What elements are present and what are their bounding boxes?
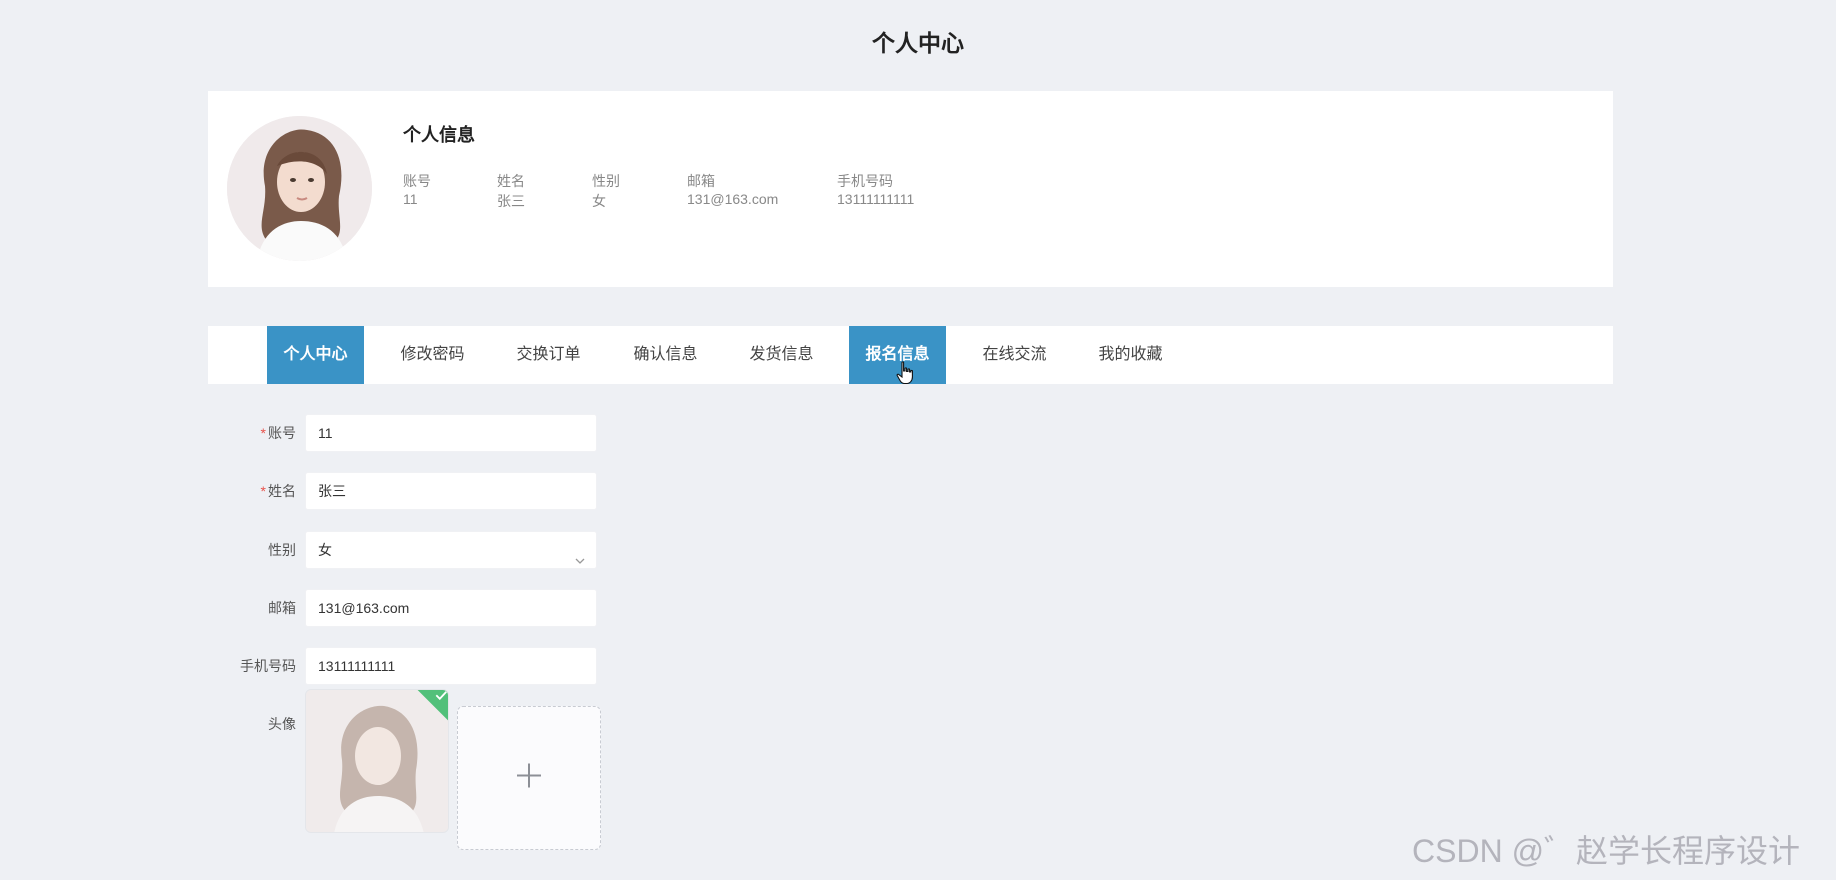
profile-avatar [227,116,372,261]
info-value: 张三 [497,193,525,209]
account-input[interactable]: 11 [305,414,597,452]
info-name: 姓名 张三 [497,171,525,211]
info-account: 账号 11 [403,171,431,211]
phone-input[interactable]: 13111111111 [305,647,597,685]
required-mark: * [260,425,266,441]
name-label-text: 姓名 [268,483,296,499]
info-value: 13111111111 [837,191,915,207]
name-label: * 姓名 [190,472,296,510]
info-value: 女 [592,193,606,209]
info-value: 131@163.com [687,191,779,207]
info-label: 账号 [403,173,431,189]
tab-online-chat[interactable]: 在线交流 [966,326,1063,384]
upload-add-button[interactable] [457,706,601,850]
info-label: 邮箱 [687,173,715,189]
account-label: * 账号 [190,414,296,452]
account-label-text: 账号 [268,425,296,441]
uploaded-avatar-thumbnail[interactable] [305,689,449,833]
info-label: 性别 [592,173,620,189]
gender-select-value: 女 [318,542,332,558]
profile-section-title: 个人信息 [403,125,475,145]
name-input[interactable]: 张三 [305,472,597,510]
tab-personal-center[interactable]: 个人中心 [267,326,364,384]
email-input[interactable]: 131@163.com [305,589,597,627]
required-mark: * [260,483,266,499]
gender-select[interactable]: 女 [305,531,597,569]
info-email: 邮箱 131@163.com [687,171,778,211]
avatar-label: 头像 [268,716,296,732]
info-value: 11 [403,191,418,207]
profile-card: 个人信息 账号 11 姓名 张三 性别 女 邮箱 131@163.com 手机号… [208,91,1613,287]
gender-label: 性别 [268,542,296,558]
info-label: 姓名 [497,173,525,189]
info-gender: 性别 女 [592,171,620,211]
check-icon [435,691,447,701]
hand-pointer-cursor-icon [896,361,914,390]
watermark: CSDN @゛赵学长程序设计 [1412,833,1801,869]
tab-exchange-orders[interactable]: 交换订单 [500,326,597,384]
phone-label: 手机号码 [240,658,296,674]
tab-change-password[interactable]: 修改密码 [384,326,481,384]
tab-confirm-info[interactable]: 确认信息 [617,326,714,384]
info-phone: 手机号码 13111111111 [837,171,914,211]
tab-my-favorites[interactable]: 我的收藏 [1082,326,1179,384]
page-title: 个人中心 [872,30,964,56]
chevron-down-icon [574,544,586,580]
email-label: 邮箱 [268,600,296,616]
info-label: 手机号码 [837,173,893,189]
tab-shipping-info[interactable]: 发货信息 [733,326,830,384]
plus-icon [516,763,542,794]
